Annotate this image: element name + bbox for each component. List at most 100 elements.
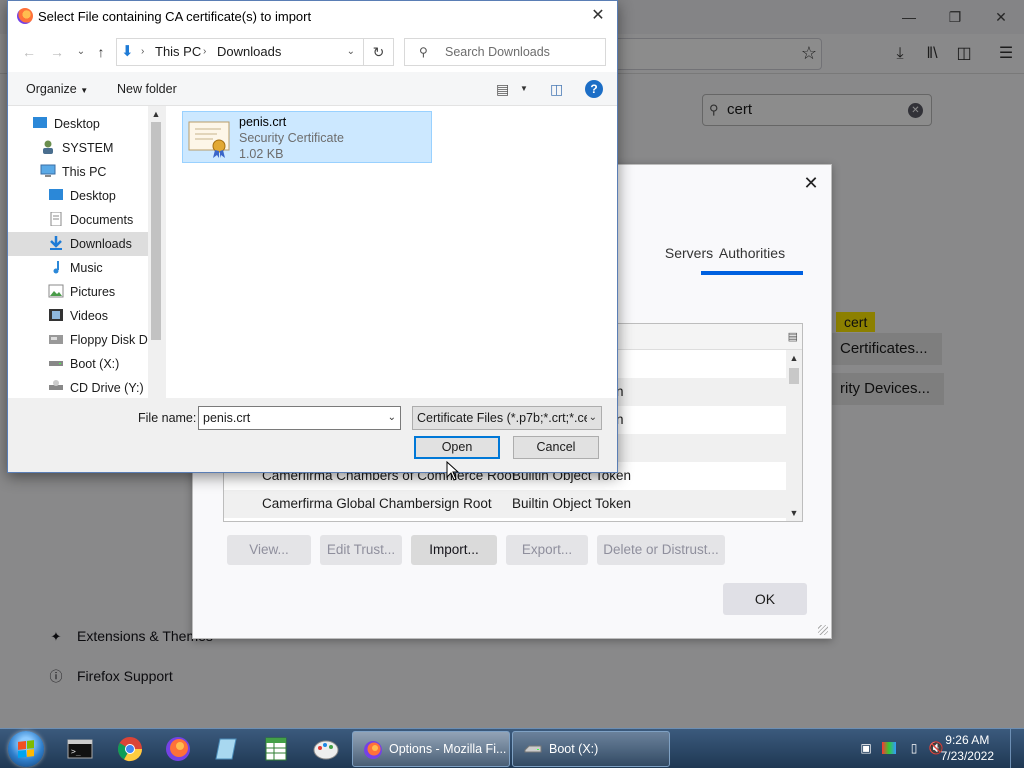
file-item[interactable]: penis.crt Security Certificate 1.02 KB <box>182 111 432 163</box>
export-button[interactable]: Export... <box>506 535 588 565</box>
nav-item-desktop-root[interactable]: Desktop <box>32 112 100 136</box>
file-type-value: Certificate Files (*.p7b;*.crt;*.ce <box>417 411 591 425</box>
scroll-thumb[interactable] <box>789 368 799 384</box>
nav-scrollbar[interactable]: ▲ <box>148 106 164 398</box>
terminal-icon[interactable]: >_ <box>66 735 94 763</box>
refresh-icon[interactable]: ↻ <box>364 38 394 66</box>
task-firefox-options[interactable]: Options - Mozilla Fi... <box>352 731 510 767</box>
chevron-down-icon[interactable]: ⌄ <box>347 39 355 65</box>
scroll-down-icon[interactable]: ▼ <box>786 505 802 521</box>
breadcrumb-this-pc[interactable]: This PC <box>155 39 201 65</box>
new-folder-button[interactable]: New folder <box>117 72 177 106</box>
tab-authorities[interactable]: Authorities <box>701 231 803 275</box>
color-display-icon[interactable] <box>882 742 896 754</box>
nav-item-videos[interactable]: Videos <box>48 304 108 328</box>
firefox-icon <box>17 8 33 24</box>
search-input[interactable]: ⚲ Search Downloads <box>404 38 606 66</box>
organize-button[interactable]: Organize ▼ <box>26 72 88 108</box>
svg-text:>_: >_ <box>71 747 81 756</box>
firefox-icon <box>364 741 382 759</box>
scroll-up-icon[interactable]: ▲ <box>148 106 164 122</box>
drive-icon <box>524 745 542 753</box>
open-button[interactable]: Open <box>414 436 500 459</box>
task-boot-drive[interactable]: Boot (X:) <box>512 731 670 767</box>
drive-icon <box>49 361 63 366</box>
breadcrumb-downloads[interactable]: Downloads <box>217 39 281 65</box>
computer-icon <box>40 164 56 177</box>
music-icon <box>53 261 59 274</box>
cancel-button[interactable]: Cancel <box>513 436 599 459</box>
desktop-icon <box>33 117 47 128</box>
dialog-titlebar: Select File containing CA certificate(s)… <box>8 1 617 32</box>
floppy-icon <box>49 335 63 344</box>
nav-item-floppy[interactable]: Floppy Disk Dri <box>48 328 155 352</box>
network-icon[interactable]: ▣ <box>858 740 874 756</box>
close-icon[interactable]: ✕ <box>801 173 821 193</box>
scroll-up-icon[interactable]: ▲ <box>786 350 802 366</box>
dialog-navigation: ← → ⌄ ↑ ⬇ › This PC › Downloads ⌄ ↻ ⚲ Se… <box>8 32 617 72</box>
file-name-input[interactable]: penis.crt ⌄ <box>198 406 401 430</box>
system-clock[interactable]: 9:26 AM 7/23/2022 <box>941 732 994 764</box>
file-type: Security Certificate <box>239 131 344 145</box>
chevron-right-icon[interactable]: › <box>203 39 206 65</box>
clock-time: 9:26 AM <box>945 733 990 747</box>
delete-distrust-button[interactable]: Delete or Distrust... <box>597 535 725 565</box>
nav-item-this-pc[interactable]: This PC <box>40 160 106 184</box>
show-desktop-button[interactable] <box>1010 729 1024 768</box>
ok-button[interactable]: OK <box>723 583 807 615</box>
close-icon[interactable]: ✕ <box>587 5 609 27</box>
file-size: 1.02 KB <box>239 147 284 161</box>
forward-icon[interactable]: → <box>48 43 66 61</box>
file-name-value: penis.crt <box>203 411 251 425</box>
tree-scrollbar[interactable]: ▲ ▼ <box>786 350 802 521</box>
chevron-down-icon[interactable]: ⌄ <box>586 407 597 429</box>
chevron-down-icon: ▼ <box>80 86 89 95</box>
back-icon[interactable]: ← <box>20 43 38 61</box>
nav-item-desktop[interactable]: Desktop <box>48 184 116 208</box>
usb-icon[interactable]: ▯ <box>906 740 922 756</box>
resize-grip[interactable] <box>818 625 828 635</box>
start-button[interactable] <box>8 731 44 767</box>
nav-item-boot-drive[interactable]: Boot (X:) <box>48 352 119 376</box>
chevron-right-icon[interactable]: › <box>141 39 144 65</box>
command-bar: Organize ▼ New folder ▤ ▼ ◫ ? <box>8 72 617 106</box>
recent-locations-icon[interactable]: ⌄ <box>72 43 90 61</box>
edit-trust-button[interactable]: Edit Trust... <box>320 535 402 565</box>
scroll-thumb[interactable] <box>151 122 161 340</box>
dialog-title: Select File containing CA certificate(s)… <box>38 9 312 24</box>
view-button[interactable]: View... <box>227 535 311 565</box>
nav-item-system[interactable]: SYSTEM <box>40 136 113 160</box>
table-row[interactable]: Camerfirma Global Chambersign Root Builti… <box>224 490 786 518</box>
help-icon[interactable]: ? <box>585 80 603 98</box>
chevron-down-icon[interactable]: ▼ <box>520 72 528 106</box>
navigation-pane: Desktop SYSTEM This PC Desktop Documents… <box>8 106 164 398</box>
search-icon: ⚲ <box>419 45 428 59</box>
import-button[interactable]: Import... <box>411 535 497 565</box>
downloads-folder-icon: ⬇ <box>121 43 134 60</box>
chevron-down-icon[interactable]: ⌄ <box>388 407 396 429</box>
file-name: penis.crt <box>239 115 287 129</box>
mouse-cursor <box>446 461 460 481</box>
view-options-icon[interactable]: ▤ <box>496 72 509 106</box>
desktop-icon <box>49 189 63 200</box>
column-picker-icon[interactable]: ▤ <box>788 330 798 343</box>
firefox-taskbar-icon[interactable] <box>164 735 192 763</box>
cd-drive-icon <box>49 380 63 390</box>
nav-item-cd-drive[interactable]: CD Drive (Y:) H ▼ <box>48 376 164 398</box>
dialog-footer: File name: penis.crt ⌄ Certificate Files… <box>8 398 617 472</box>
nav-item-documents[interactable]: Documents <box>48 208 133 232</box>
up-icon[interactable]: ↑ <box>92 43 110 61</box>
chrome-icon[interactable] <box>116 735 144 763</box>
file-list: penis.crt Security Certificate 1.02 KB <box>166 106 617 398</box>
clock-date: 7/23/2022 <box>940 749 994 763</box>
file-name-label: File name: <box>138 411 197 425</box>
address-bar[interactable]: ⬇ › This PC › Downloads ⌄ <box>116 38 364 66</box>
spreadsheet-icon[interactable] <box>262 735 290 763</box>
preview-pane-icon[interactable]: ◫ <box>550 72 563 106</box>
notepad-icon[interactable] <box>214 735 242 763</box>
nav-item-music[interactable]: Music <box>48 256 103 280</box>
paint-icon[interactable] <box>312 735 340 763</box>
nav-item-downloads[interactable]: Downloads <box>8 232 148 256</box>
file-type-select[interactable]: Certificate Files (*.p7b;*.crt;*.ce ⌄ <box>412 406 602 430</box>
nav-item-pictures[interactable]: Pictures <box>48 280 115 304</box>
